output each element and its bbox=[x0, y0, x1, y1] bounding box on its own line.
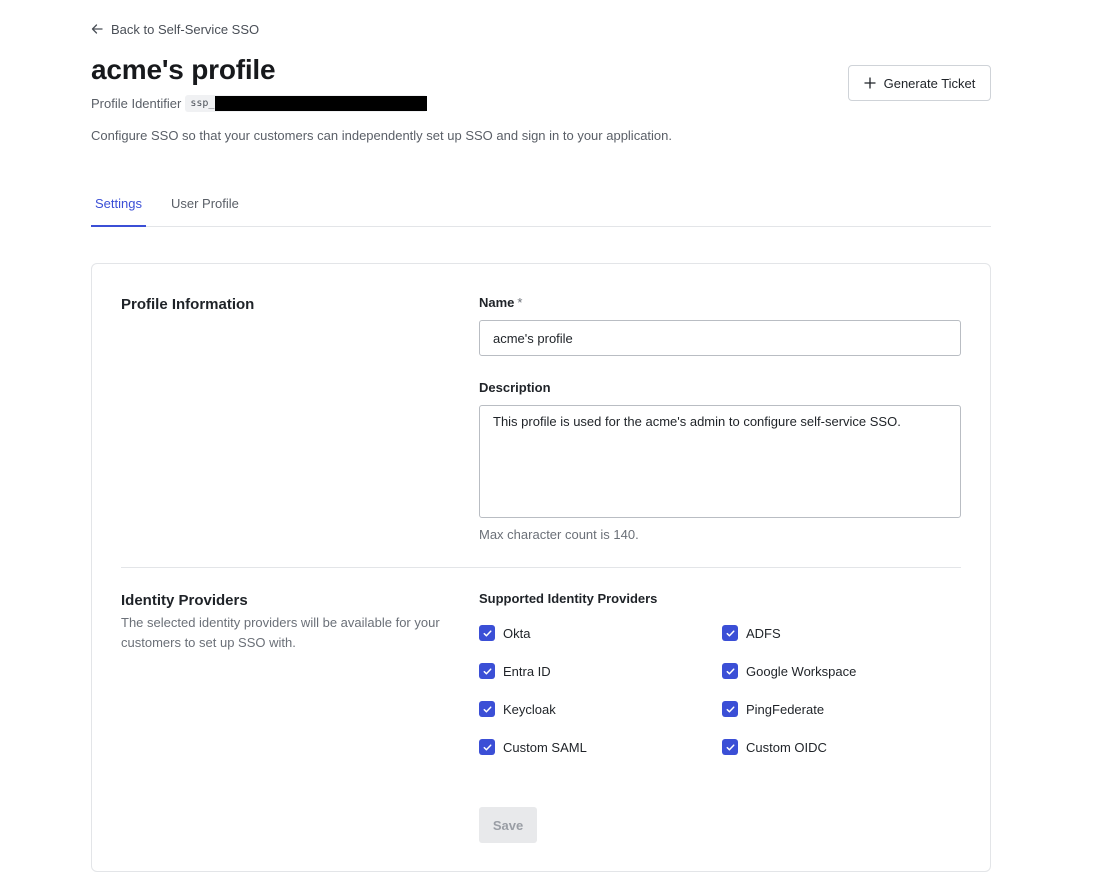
generate-ticket-button[interactable]: Generate Ticket bbox=[848, 65, 991, 101]
tab-bar: Settings User Profile bbox=[91, 190, 991, 227]
back-link-label: Back to Self-Service SSO bbox=[111, 21, 260, 37]
checkmark-icon bbox=[483, 743, 491, 751]
section-divider bbox=[121, 567, 961, 568]
idp-adfs[interactable]: ADFS bbox=[722, 624, 781, 642]
idp-custom-oidc[interactable]: Custom OIDC bbox=[722, 738, 827, 756]
idp-label: PingFederate bbox=[746, 701, 825, 717]
idp-label: ADFS bbox=[746, 625, 781, 641]
profile-identifier-label: Profile Identifier bbox=[91, 95, 182, 111]
profile-identifier-prefix: ssp_ bbox=[190, 97, 215, 109]
page-title: acme's profile bbox=[91, 54, 276, 85]
page-description: Configure SSO so that your customers can… bbox=[91, 128, 673, 143]
idp-custom-saml[interactable]: Custom SAML bbox=[479, 738, 587, 756]
checkmark-icon bbox=[726, 743, 734, 751]
description-hint: Max character count is 140. bbox=[479, 527, 639, 542]
checkmark-icon bbox=[483, 667, 491, 675]
checkmark-icon bbox=[483, 705, 491, 713]
checkmark-icon bbox=[726, 705, 734, 713]
idp-keycloak[interactable]: Keycloak bbox=[479, 700, 556, 718]
idp-label: Custom SAML bbox=[503, 739, 587, 755]
save-button[interactable]: Save bbox=[479, 807, 537, 843]
checkmark-icon bbox=[726, 667, 734, 675]
identity-providers-title: Identity Providers bbox=[121, 592, 248, 609]
tab-user-profile[interactable]: User Profile bbox=[167, 190, 243, 227]
idp-label: Entra ID bbox=[503, 663, 551, 679]
idp-entra-id[interactable]: Entra ID bbox=[479, 662, 551, 680]
idp-google-workspace[interactable]: Google Workspace bbox=[722, 662, 856, 680]
description-label: Description bbox=[479, 380, 551, 395]
keycloak-checkbox[interactable] bbox=[479, 701, 495, 717]
description-textarea[interactable]: This profile is used for the acme's admi… bbox=[479, 405, 961, 518]
name-label: Name * bbox=[479, 295, 522, 310]
checkmark-icon bbox=[726, 629, 734, 637]
entra-id-checkbox[interactable] bbox=[479, 663, 495, 679]
custom-oidc-checkbox[interactable] bbox=[722, 739, 738, 755]
supported-idp-label: Supported Identity Providers bbox=[479, 591, 658, 606]
name-label-text: Name bbox=[479, 295, 515, 310]
adfs-checkbox[interactable] bbox=[722, 625, 738, 641]
pingfederate-checkbox[interactable] bbox=[722, 701, 738, 717]
settings-card: Profile Information Name* Description Th… bbox=[91, 263, 991, 872]
idp-okta[interactable]: Okta bbox=[479, 624, 530, 642]
required-mark: * bbox=[517, 295, 523, 310]
plus-icon bbox=[863, 77, 876, 89]
profile-identifier-chip: ssp_ bbox=[185, 94, 428, 112]
arrow-left-icon bbox=[91, 24, 103, 34]
name-input[interactable] bbox=[479, 320, 961, 356]
tab-settings[interactable]: Settings bbox=[91, 190, 146, 227]
profile-identifier-redacted bbox=[215, 95, 428, 111]
idp-pingfederate[interactable]: PingFederate bbox=[722, 700, 824, 718]
profile-identifier-row: Profile Identifier ssp_ bbox=[91, 94, 428, 112]
identity-providers-subtitle: The selected identity providers will be … bbox=[121, 615, 440, 650]
idp-label: Google Workspace bbox=[746, 663, 857, 679]
idp-label: Custom OIDC bbox=[746, 739, 827, 755]
back-link[interactable]: Back to Self-Service SSO bbox=[91, 20, 259, 38]
checkmark-icon bbox=[483, 629, 491, 637]
generate-ticket-label: Generate Ticket bbox=[883, 75, 976, 91]
google-workspace-checkbox[interactable] bbox=[722, 663, 738, 679]
profile-information-title: Profile Information bbox=[121, 296, 255, 313]
idp-label: Keycloak bbox=[503, 701, 556, 717]
custom-saml-checkbox[interactable] bbox=[479, 739, 495, 755]
idp-label: Okta bbox=[503, 625, 531, 641]
okta-checkbox[interactable] bbox=[479, 625, 495, 641]
